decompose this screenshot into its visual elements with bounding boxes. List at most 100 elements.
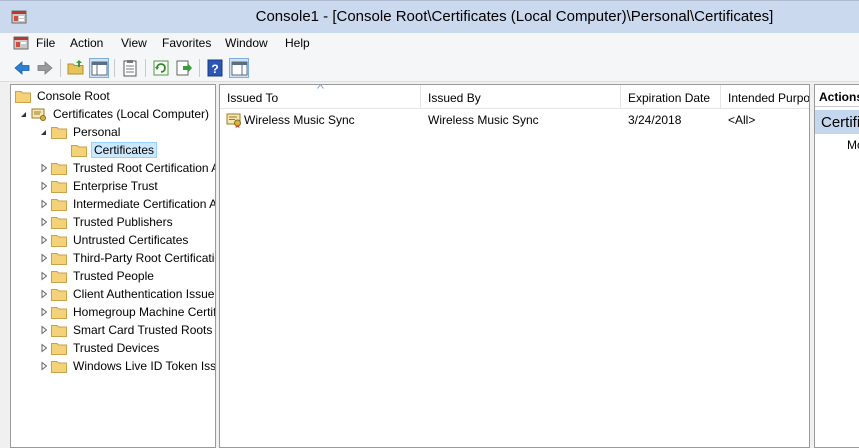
sort-ascending-icon [317, 85, 324, 89]
tree-item-label: Certificates [91, 142, 158, 158]
up-folder-icon[interactable] [66, 58, 86, 78]
tree-item-label: Smart Card Trusted Roots [73, 323, 213, 337]
folder-icon [51, 306, 67, 319]
tree-item-label: Intermediate Certification Authorities [73, 197, 215, 211]
collapsed-arrow-icon[interactable] [39, 217, 49, 227]
tree-item-store[interactable]: Trusted People [39, 267, 156, 285]
collapsed-arrow-icon[interactable] [39, 163, 49, 173]
tree-item-store[interactable]: Smart Card Trusted Roots [39, 321, 214, 339]
column-header-label: Intended Purposes [728, 91, 810, 105]
toolbar-separator [199, 59, 200, 77]
folder-icon [51, 270, 67, 283]
list-header: Issued To Issued By Expiration Date Inte… [220, 85, 810, 109]
collapsed-arrow-icon[interactable] [39, 199, 49, 209]
menu-favorites[interactable]: Favorites [162, 36, 211, 50]
tree-item-store[interactable]: Homegroup Machine Certificates [39, 303, 216, 321]
folder-icon [51, 324, 67, 337]
collapsed-arrow-icon[interactable] [39, 271, 49, 281]
folder-icon [71, 144, 87, 157]
help-icon[interactable]: ? [205, 58, 225, 78]
menu-help[interactable]: Help [285, 36, 310, 50]
collapsed-arrow-icon[interactable] [39, 289, 49, 299]
certificate-list-pane[interactable]: Issued To Issued By Expiration Date Inte… [219, 84, 810, 448]
menu-window[interactable]: Window [225, 36, 268, 50]
menu-action[interactable]: Action [70, 36, 103, 50]
tree-item-store[interactable]: Trusted Devices [39, 339, 161, 357]
menu-view[interactable]: View [121, 36, 147, 50]
show-hide-tree-icon[interactable] [89, 58, 109, 78]
tree-item-certificates[interactable]: Certificates [71, 141, 158, 159]
cell-issued-to: Wireless Music Sync [244, 113, 355, 127]
title-bar: Console1 - [Console Root\Certificates (L… [0, 0, 859, 33]
forward-arrow-icon[interactable] [35, 58, 55, 78]
tree-item-store[interactable]: Client Authentication Issuers [39, 285, 216, 303]
cell-intended-purposes: <All> [728, 113, 756, 127]
toolbar-separator [145, 59, 146, 77]
menu-bar: File Action View Favorites Window Help [0, 33, 859, 54]
folder-icon [51, 360, 67, 373]
tree-item-store[interactable]: Untrusted Certificates [39, 231, 190, 249]
tree-item-label: Trusted Devices [73, 341, 160, 355]
tree-item-label: Trusted Publishers [73, 215, 173, 229]
certificate-snapin-icon [31, 108, 46, 121]
toolbar-separator [114, 59, 115, 77]
clipboard-icon[interactable] [120, 58, 140, 78]
console-tree-pane[interactable]: Console Root Certificates (Local Compute… [10, 84, 216, 448]
folder-icon [51, 162, 67, 175]
column-header-intended-purposes[interactable]: Intended Purposes [721, 85, 810, 109]
console-menu-icon[interactable] [13, 35, 29, 51]
tree-item-store[interactable]: Windows Live ID Token Issuer [39, 357, 215, 375]
folder-icon [51, 252, 67, 265]
tree-item-store[interactable]: Third-Party Root Certification Authoriti… [39, 249, 215, 267]
toolbar-separator [60, 59, 61, 77]
tree-item-label: Console Root [37, 89, 110, 103]
expanded-arrow-icon[interactable] [19, 109, 29, 119]
tree-item-personal[interactable]: Personal [39, 123, 122, 141]
folder-icon [51, 126, 67, 139]
folder-icon [51, 342, 67, 355]
column-header-label: Issued By [428, 91, 481, 105]
actions-pane: Actions Certificates More Actions [814, 84, 859, 448]
expanded-arrow-icon[interactable] [39, 127, 49, 137]
menu-file[interactable]: File [36, 36, 55, 50]
window-title: Console1 - [Console Root\Certificates (L… [255, 8, 774, 25]
tree-item-label: Enterprise Trust [73, 179, 158, 193]
folder-icon [51, 216, 67, 229]
tree-item-certificates-local-computer[interactable]: Certificates (Local Computer) [19, 105, 211, 123]
tree-item-console-root[interactable]: Console Root [15, 87, 112, 105]
more-actions-link[interactable]: More Actions [847, 138, 859, 152]
column-header-label: Expiration Date [628, 91, 711, 105]
column-header-expiration-date[interactable]: Expiration Date [621, 85, 721, 109]
column-header-issued-to[interactable]: Issued To [220, 85, 421, 109]
collapsed-arrow-icon[interactable] [39, 325, 49, 335]
folder-icon [15, 90, 31, 103]
tree-item-store[interactable]: Trusted Publishers [39, 213, 175, 231]
collapsed-arrow-icon[interactable] [39, 235, 49, 245]
collapsed-arrow-icon[interactable] [39, 343, 49, 353]
collapsed-arrow-icon[interactable] [39, 181, 49, 191]
tree-item-label: Trusted People [73, 269, 154, 283]
actions-section-certificates[interactable]: Certificates [815, 110, 859, 134]
column-header-issued-by[interactable]: Issued By [421, 85, 621, 109]
back-arrow-icon[interactable] [12, 58, 32, 78]
tree-item-label: Homegroup Machine Certificates [73, 305, 216, 319]
tree-item-store[interactable]: Intermediate Certification Authorities [39, 195, 215, 213]
cell-issued-by: Wireless Music Sync [428, 113, 539, 127]
column-header-label: Issued To [227, 91, 279, 105]
refresh-icon[interactable] [151, 58, 171, 78]
export-icon[interactable] [174, 58, 194, 78]
table-row[interactable]: Wireless Music Sync Wireless Music Sync … [220, 111, 809, 129]
show-action-pane-icon[interactable] [229, 58, 249, 78]
actions-header: Actions [815, 85, 859, 107]
tree-item-label: Trusted Root Certification Authorities [73, 161, 215, 175]
tree-item-store[interactable]: Enterprise Trust [39, 177, 160, 195]
tree-item-label: Client Authentication Issuers [73, 287, 216, 301]
cell-expiration-date: 3/24/2018 [628, 113, 682, 127]
certificate-icon [226, 113, 241, 128]
collapsed-arrow-icon[interactable] [39, 307, 49, 317]
folder-icon [51, 198, 67, 211]
tree-item-label: Third-Party Root Certification Authoriti… [73, 251, 215, 265]
collapsed-arrow-icon[interactable] [39, 361, 49, 371]
tree-item-store[interactable]: Trusted Root Certification Authorities [39, 159, 215, 177]
collapsed-arrow-icon[interactable] [39, 253, 49, 263]
